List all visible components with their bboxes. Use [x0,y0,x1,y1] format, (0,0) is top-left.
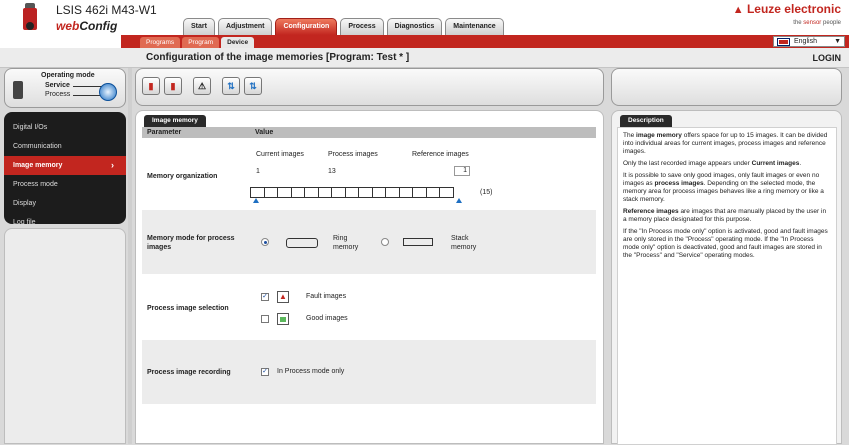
left-bottom-panel [4,228,126,444]
page-title: Configuration of the image memories [Pro… [146,52,410,63]
memory-mode-label: Memory mode for process images [147,235,235,251]
sidebar-item-display[interactable]: Display [4,194,126,213]
transfer-down-icon[interactable]: ⇅ [244,77,262,95]
description-paragraph: It is possible to save only good images,… [623,172,824,203]
sidebar-nav: Digital I/Os Communication Image memory … [4,112,126,226]
subtab-programs[interactable]: Programs [140,37,181,48]
sidebar-item-image-memory[interactable]: Image memory [4,156,126,175]
sub-tabs: Programs Program Device [140,37,255,48]
chevron-down-icon: ▼ [834,38,841,45]
ring-memory-radio[interactable] [261,238,269,246]
memory-organization-label: Memory organization [147,173,218,180]
description-panel: Description The image memory offers spac… [611,110,842,445]
transfer-up-icon[interactable]: ⇅ [222,77,240,95]
process-line [73,95,103,96]
operating-mode-panel: Operating mode Service Process [4,68,126,108]
sidebar-item-process-mode[interactable]: Process mode [4,175,126,194]
good-images-label: Good images [306,315,348,322]
process-image-selection-label: Process image selection [147,305,229,312]
description-paragraph: If the "In Process mode only" option is … [623,228,828,259]
current-slider-handle[interactable] [253,198,259,203]
toolbar-panel: ▮ ▮ ⚠ ⇅ ⇅ [135,68,604,106]
brand-logo: ▲ Leuze electronic [732,2,841,16]
description-paragraph: Only the last recorded image appears und… [623,160,802,167]
memory-total: (15) [480,189,493,196]
reference-images-input[interactable]: 1 [454,166,470,176]
mode-switch-knob[interactable] [99,83,117,101]
col-parameter: Parameter [147,129,182,136]
warning-icon[interactable]: ⚠ [193,77,211,95]
image-memory-panel: Image memory Parameter Value Memory orga… [135,110,604,444]
in-process-mode-only-label: In Process mode only [277,368,345,375]
current-images-value: 1 [256,168,260,175]
save-to-device-icon[interactable]: ▮ [142,77,160,95]
tab-maintenance[interactable]: Maintenance [445,18,504,35]
tab-diagnostics[interactable]: Diagnostics [386,18,443,35]
sidebar-item-digital-ios[interactable]: Digital I/Os [4,118,126,137]
memory-slots-bar [250,187,454,198]
fault-images-checkbox[interactable]: ✓ [261,293,269,301]
subtab-program[interactable]: Program [182,37,220,48]
process-images-value: 13 [328,168,336,175]
panel-divider [128,68,132,444]
app-name: webConfig [56,19,118,33]
description-tab: Description [620,115,672,127]
language-select[interactable]: English ▼ [773,36,845,47]
ring-memory-icon [286,238,318,248]
tab-start[interactable]: Start [183,18,215,35]
row-memory-mode: Memory mode for process images Ring memo… [142,210,596,274]
brand-triangle-icon: ▲ [732,4,744,16]
description-paragraph: Reference images are images that are man… [623,208,827,223]
operating-mode-label: Operating mode [41,72,95,79]
mode-process-label: Process [45,91,71,98]
login-link[interactable]: LOGIN [813,53,842,63]
title-bar: Configuration of the image memories [Pro… [0,48,849,68]
subtab-device[interactable]: Device [221,37,255,48]
current-images-label: Current images [256,151,304,158]
sidebar-item-communication[interactable]: Communication [4,137,126,156]
good-image-icon [277,313,289,325]
brand-slogan: the sensor people [793,20,841,26]
fault-image-icon: ▲ [277,291,289,303]
col-value: Value [255,129,274,136]
ring-memory-label: Ring memory [333,235,359,251]
process-image-recording-label: Process image recording [147,369,231,376]
device-name: LSIS 462i M43-W1 [56,3,157,17]
reference-slider-handle[interactable] [456,198,462,203]
row-process-image-selection: Process image selection ✓ ▲ Fault images… [142,274,596,340]
stack-memory-label: Stack memory [451,235,477,251]
section-tab: Image memory [144,115,206,127]
load-from-device-icon[interactable]: ▮ [164,77,182,95]
in-process-mode-only-checkbox[interactable]: ✓ [261,368,269,376]
good-images-checkbox[interactable] [261,315,269,323]
tab-process[interactable]: Process [340,18,384,35]
header: LSIS 462i M43-W1 webConfig ▲ Leuze elect… [0,0,849,48]
description-paragraph: The image memory offers space for up to … [623,132,828,155]
row-memory-organization: Memory organization Current images Proce… [142,138,596,210]
process-images-label: Process images [328,151,378,158]
row-process-image-recording: Process image recording ✓ In Process mod… [142,340,596,404]
main-tabs: Start Adjustment Configuration Process D… [183,18,504,35]
device-icon [13,81,23,99]
tab-adjustment[interactable]: Adjustment [217,18,273,35]
device-logo-icon [20,2,42,34]
tab-configuration[interactable]: Configuration [275,18,338,35]
stack-memory-icon [403,238,433,246]
stack-memory-radio[interactable] [381,238,389,246]
description-text: The image memory offers space for up to … [617,127,837,445]
reference-images-label: Reference images [412,151,469,158]
uk-flag-icon [777,38,790,46]
fault-images-label: Fault images [306,293,347,300]
service-line [73,86,103,87]
right-top-panel [611,68,842,106]
mode-service-label: Service [45,82,70,89]
table-header: Parameter Value [142,127,596,138]
